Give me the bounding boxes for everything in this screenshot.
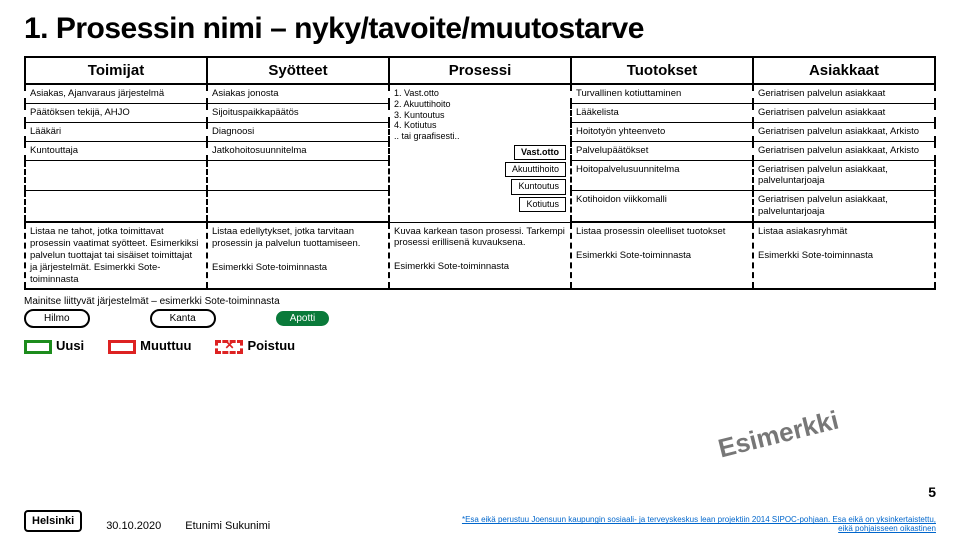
cell: Hoitopalvelusuunnitelma [571,160,753,191]
desc-asiakkaat: Listaa asiakasryhmät Esimerkki Sote-toim… [753,222,935,289]
process-box: Kotiutus [519,197,566,212]
swatch-new [24,340,52,354]
th-prosessi: Prosessi [389,57,571,84]
swatch-remove [215,340,243,354]
cell: Hoitotyön yhteenveto [571,122,753,141]
cell: Kuntouttaja [25,141,207,160]
swatch-change [108,340,136,354]
helsinki-logo: Helsinki [24,510,82,532]
cell: Kotihoidon viikkomalli [571,191,753,222]
cell: Geriatrisen palvelun asiakkaat [753,84,935,103]
cell: Sijoituspaikkapäätös [207,103,389,122]
legend-change: Muuttuu [140,338,191,353]
cell: Asiakas, Ajanvaraus järjestelmä [25,84,207,103]
th-tuotokset: Tuotokset [571,57,753,84]
cell [207,160,389,191]
system-hilmo: Hilmo [24,309,90,328]
cell: Geriatrisen palvelun asiakkaat, palvelun… [753,191,935,222]
cell: Geriatrisen palvelun asiakkaat [753,103,935,122]
cell: Lääkelista [571,103,753,122]
process-cell: 1. Vast.otto 2. Akuuttihoito 3. Kuntoutu… [389,84,571,222]
footnote: *Esa eikä perustuu Joensuun kaupungin so… [456,516,936,534]
cell: Palvelupäätökset [571,141,753,160]
cell: Geriatrisen palvelun asiakkaat, palvelun… [753,160,935,191]
example-stamp: Esimerkki [715,405,842,465]
cell: Jatkohoitosuunnitelma [207,141,389,160]
cell: Lääkäri [25,122,207,141]
footer-author: Etunimi Sukunimi [185,520,270,532]
desc-toimijat: Listaa ne tahot, jotka toimittavat prose… [25,222,207,289]
legend-new: Uusi [56,338,84,353]
process-box: Akuuttihoito [505,162,566,177]
process-list: 1. Vast.otto 2. Akuuttihoito 3. Kuntoutu… [394,88,566,142]
sipoc-table: Toimijat Syötteet Prosessi Tuotokset Asi… [24,56,936,290]
process-box: Kuntoutus [511,179,566,194]
page-title: 1. Prosessin nimi – nyky/tavoite/muutost… [24,12,936,46]
system-kanta: Kanta [150,309,216,328]
cell: Geriatrisen palvelun asiakkaat, Arkisto [753,122,935,141]
cell [25,160,207,191]
legend-remove: Poistuu [247,338,295,353]
th-syotteet: Syötteet [207,57,389,84]
cell: Asiakas jonosta [207,84,389,103]
cell: Päätöksen tekijä, AHJO [25,103,207,122]
systems-row: Mainitse liittyvät järjestelmät – esimer… [24,296,936,328]
th-toimijat: Toimijat [25,57,207,84]
process-box: Vast.otto [514,145,566,160]
desc-tuotokset: Listaa prosessin oleelliset tuotokset Es… [571,222,753,289]
system-apotti: Apotti [276,311,330,326]
desc-syotteet: Listaa edellytykset, jotka tarvitaan pro… [207,222,389,289]
th-asiakkaat: Asiakkaat [753,57,935,84]
systems-label: Mainitse liittyvät järjestelmät – esimer… [24,296,936,307]
cell: Geriatrisen palvelun asiakkaat, Arkisto [753,141,935,160]
cell: Diagnoosi [207,122,389,141]
cell [207,191,389,222]
cell [25,191,207,222]
cell: Turvallinen kotiuttaminen [571,84,753,103]
legend: Uusi Muuttuu Poistuu [24,338,936,354]
desc-prosessi: Kuvaa karkean tason prosessi. Tarkempi p… [389,222,571,289]
page-number: 5 [928,484,936,500]
footer-date: 30.10.2020 [106,520,161,532]
